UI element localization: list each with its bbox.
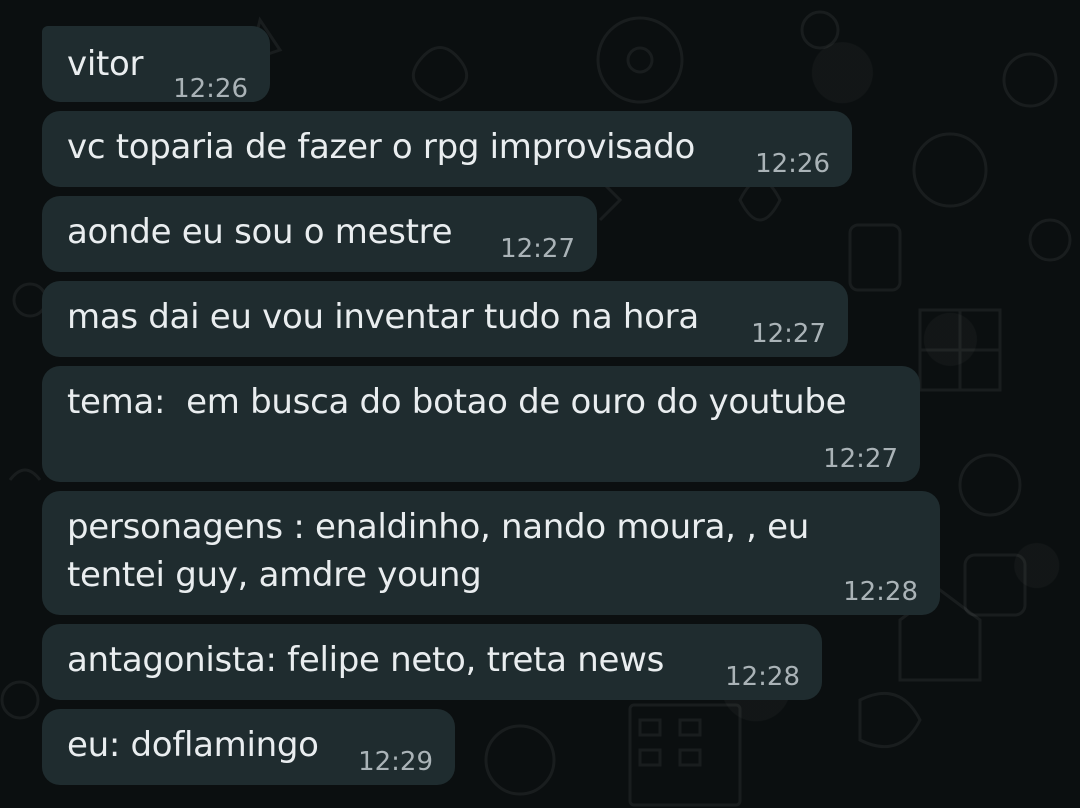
message-bubble[interactable]: eu: doflamingo 12:29 — [42, 709, 455, 785]
message-text: eu: doflamingo — [67, 725, 319, 765]
message-timestamp: 12:28 — [843, 577, 918, 607]
message-bubble[interactable]: vc toparia de fazer o rpg improvisado 12… — [42, 111, 852, 187]
message-text: tentei guy, amdre young — [67, 555, 482, 595]
message-text: vc toparia de fazer o rpg improvisado — [67, 127, 696, 167]
chat-view: vitor 12:26 vc toparia de fazer o rpg im… — [0, 0, 1080, 808]
message-text: tema: em busca do botao de ouro do youtu… — [67, 382, 847, 422]
message-bubble[interactable]: vitor 12:26 — [42, 26, 270, 104]
message-text: mas dai eu vou inventar tudo na hora — [67, 297, 699, 337]
message-text: vitor — [67, 44, 144, 84]
message-timestamp: 12:27 — [500, 234, 575, 264]
message-timestamp: 12:27 — [751, 319, 826, 349]
message-bubble[interactable]: antagonista: felipe neto, treta news 12:… — [42, 624, 822, 700]
message-text: antagonista: felipe neto, treta news — [67, 640, 665, 680]
message-timestamp: 12:27 — [823, 444, 898, 474]
message-bubble[interactable]: tema: em busca do botao de ouro do youtu… — [42, 366, 920, 482]
message-timestamp: 12:26 — [173, 74, 248, 104]
message-timestamp: 12:26 — [755, 149, 830, 179]
message-timestamp: 12:29 — [358, 747, 433, 777]
message-text: personagens : enaldinho, nando moura, , … — [67, 507, 810, 547]
message-bubble[interactable]: mas dai eu vou inventar tudo na hora 12:… — [42, 281, 848, 357]
message-text: aonde eu sou o mestre — [67, 212, 453, 252]
message-timestamp: 12:28 — [725, 662, 800, 692]
message-bubble[interactable]: personagens : enaldinho, nando moura, , … — [42, 491, 940, 615]
message-bubble[interactable]: aonde eu sou o mestre 12:27 — [42, 196, 597, 272]
